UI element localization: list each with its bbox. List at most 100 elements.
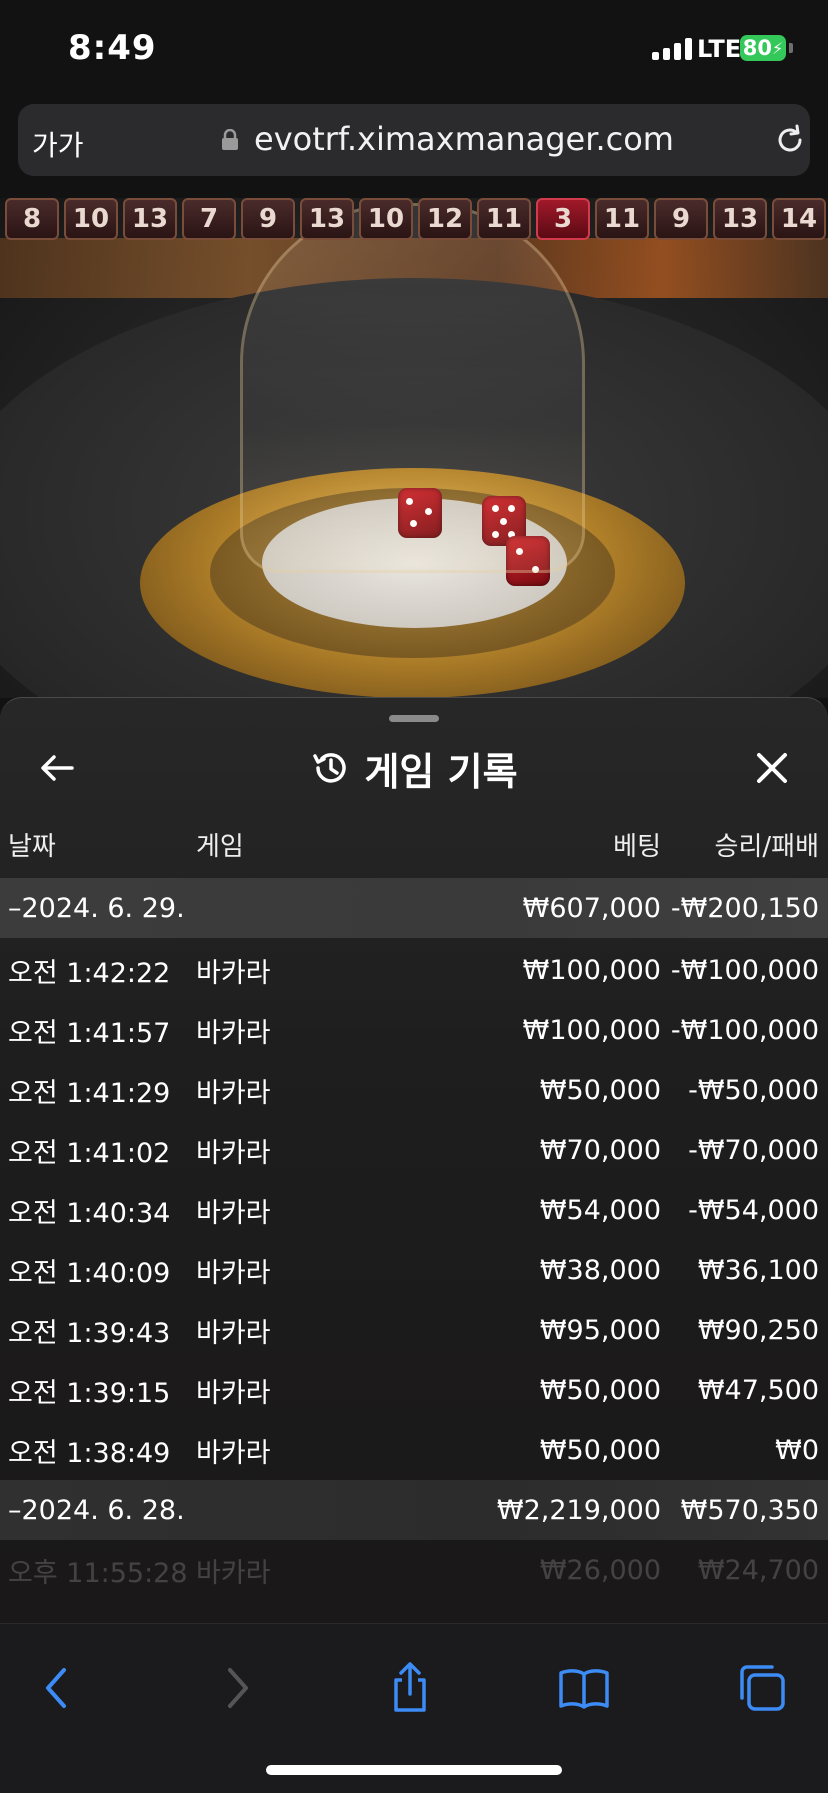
- roadmap-cell: 3: [536, 198, 590, 240]
- row-time: 오전 1:42:22: [8, 957, 171, 989]
- row-result: ₩0: [775, 1434, 819, 1466]
- back-icon[interactable]: [30, 1660, 86, 1716]
- roadmap-cell: 10: [359, 198, 413, 240]
- group-result: -₩200,150: [670, 892, 819, 924]
- battery-icon: 80 ⚡: [740, 35, 786, 61]
- column-result: 승리/패배: [714, 832, 819, 862]
- roadmap-cell: 11: [477, 198, 531, 240]
- column-game: 게임: [196, 832, 244, 862]
- column-bet: 베팅: [613, 832, 661, 862]
- history-row[interactable]: 오전 1:40:09 바카라 ₩38,000 ₩36,100: [0, 1240, 828, 1300]
- row-result: -₩100,000: [670, 954, 819, 986]
- game-history-sheet: 게임 기록 날짜 게임 베팅 승리/패배 –2024. 6. 29. ₩607,0…: [0, 697, 828, 1624]
- row-time: 오전 1:40:09: [8, 1257, 171, 1289]
- row-result: ₩47,500: [697, 1374, 819, 1406]
- sheet-header: 게임 기록: [0, 738, 828, 798]
- history-row[interactable]: 오전 1:41:57 바카라 ₩100,000 -₩100,000: [0, 1000, 828, 1060]
- group-result: ₩570,350: [680, 1494, 819, 1526]
- row-result: -₩70,000: [688, 1134, 819, 1166]
- group-date: –2024. 6. 28.: [8, 1494, 185, 1526]
- row-game: 바카라: [196, 1377, 271, 1409]
- row-bet: ₩38,000: [539, 1254, 661, 1286]
- row-bet: ₩50,000: [539, 1074, 661, 1106]
- sheet-title: 게임 기록: [364, 749, 518, 794]
- battery-level: 80: [742, 36, 772, 60]
- row-game: 바카라: [196, 1317, 271, 1349]
- history-table: –2024. 6. 29. ₩607,000 -₩200,150 오전 1:42:22…: [0, 878, 828, 1600]
- roadmap-cell: 12: [418, 198, 472, 240]
- share-icon[interactable]: [382, 1660, 438, 1716]
- row-game: 바카라: [196, 1017, 271, 1049]
- bookmarks-icon[interactable]: [556, 1660, 612, 1716]
- history-icon: [313, 753, 347, 783]
- roadmap-cell: 11: [595, 198, 649, 240]
- row-game: 바카라: [196, 1197, 271, 1229]
- column-date: 날짜: [8, 832, 56, 862]
- history-row[interactable]: 오전 1:38:49 바카라 ₩50,000 ₩0: [0, 1420, 828, 1480]
- row-game: 바카라: [196, 1077, 271, 1109]
- roadmap-cell: 13: [713, 198, 767, 240]
- row-bet: ₩95,000: [539, 1314, 661, 1346]
- glass-dome: [240, 203, 585, 573]
- roadmap-cell: 9: [654, 198, 708, 240]
- clock: 8:49: [68, 28, 157, 68]
- date-group-header[interactable]: –2024. 6. 29. ₩607,000 -₩200,150: [0, 878, 828, 938]
- url-text[interactable]: evotrf.ximaxmanager.com: [254, 120, 674, 158]
- reload-icon[interactable]: [772, 122, 808, 158]
- row-time: 오후 11:55:28: [8, 1557, 188, 1589]
- date-group-header[interactable]: –2024. 6. 28. ₩2,219,000 ₩570,350: [0, 1480, 828, 1540]
- battery-cap: [789, 43, 793, 53]
- row-bet: ₩26,000: [539, 1554, 661, 1586]
- history-row[interactable]: 오전 1:41:02 바카라 ₩70,000 -₩70,000: [0, 1120, 828, 1180]
- roadmap-cell: 10: [64, 198, 118, 240]
- home-indicator[interactable]: [266, 1765, 562, 1775]
- row-result: -₩50,000: [688, 1074, 819, 1106]
- history-row[interactable]: 오전 1:39:15 바카라 ₩50,000 ₩47,500: [0, 1360, 828, 1420]
- row-time: 오전 1:41:57: [8, 1017, 171, 1049]
- roadmap-cell: 13: [300, 198, 354, 240]
- forward-icon[interactable]: [208, 1660, 264, 1716]
- sheet-grabber[interactable]: [389, 715, 439, 722]
- row-result: -₩54,000: [688, 1194, 819, 1226]
- row-game: 바카라: [196, 1557, 271, 1589]
- table-header: 날짜 게임 베팅 승리/패배: [0, 826, 828, 866]
- history-row[interactable]: 오전 1:40:34 바카라 ₩54,000 -₩54,000: [0, 1180, 828, 1240]
- status-bar: 8:49 LTE 80 ⚡: [0, 0, 828, 100]
- roadmap-cell: 7: [182, 198, 236, 240]
- row-bet: ₩50,000: [539, 1374, 661, 1406]
- row-time: 오전 1:39:15: [8, 1377, 171, 1409]
- row-result: -₩100,000: [670, 1014, 819, 1046]
- close-icon[interactable]: [750, 746, 794, 790]
- group-date: –2024. 6. 29.: [8, 892, 185, 924]
- row-result: ₩36,100: [697, 1254, 819, 1286]
- group-bet: ₩2,219,000: [496, 1494, 661, 1526]
- address-bar[interactable]: 가가 evotrf.ximaxmanager.com: [18, 104, 810, 176]
- row-game: 바카라: [196, 957, 271, 989]
- result-roadmap: 8 10 13 7 9 13 10 12 11 3 11 9 13 14: [0, 198, 828, 244]
- row-time: 오전 1:41:02: [8, 1137, 171, 1169]
- row-result: ₩24,700: [697, 1554, 819, 1586]
- row-bet: ₩100,000: [522, 954, 661, 986]
- row-bet: ₩100,000: [522, 1014, 661, 1046]
- network-label: LTE: [697, 35, 742, 63]
- history-row[interactable]: 오전 1:39:43 바카라 ₩95,000 ₩90,250: [0, 1300, 828, 1360]
- signal-icon: [652, 38, 692, 60]
- tabs-icon[interactable]: [734, 1660, 790, 1716]
- row-time: 오전 1:40:34: [8, 1197, 171, 1229]
- row-game: 바카라: [196, 1137, 271, 1169]
- history-row[interactable]: 오후 11:55:28 바카라 ₩26,000 ₩24,700: [0, 1540, 828, 1600]
- row-bet: ₩54,000: [539, 1194, 661, 1226]
- row-game: 바카라: [196, 1257, 271, 1289]
- roadmap-cell: 13: [123, 198, 177, 240]
- lock-icon: [222, 129, 238, 150]
- history-row[interactable]: 오전 1:42:22 바카라 ₩100,000 -₩100,000: [0, 940, 828, 1000]
- roadmap-cell: 14: [772, 198, 826, 240]
- group-bet: ₩607,000: [522, 892, 661, 924]
- row-time: 오전 1:38:49: [8, 1437, 171, 1469]
- history-row[interactable]: 오전 1:41:29 바카라 ₩50,000 -₩50,000: [0, 1060, 828, 1120]
- text-size-button[interactable]: 가가: [32, 124, 84, 164]
- row-game: 바카라: [196, 1437, 271, 1469]
- row-bet: ₩50,000: [539, 1434, 661, 1466]
- roadmap-cell: 9: [241, 198, 295, 240]
- live-video: [0, 198, 828, 698]
